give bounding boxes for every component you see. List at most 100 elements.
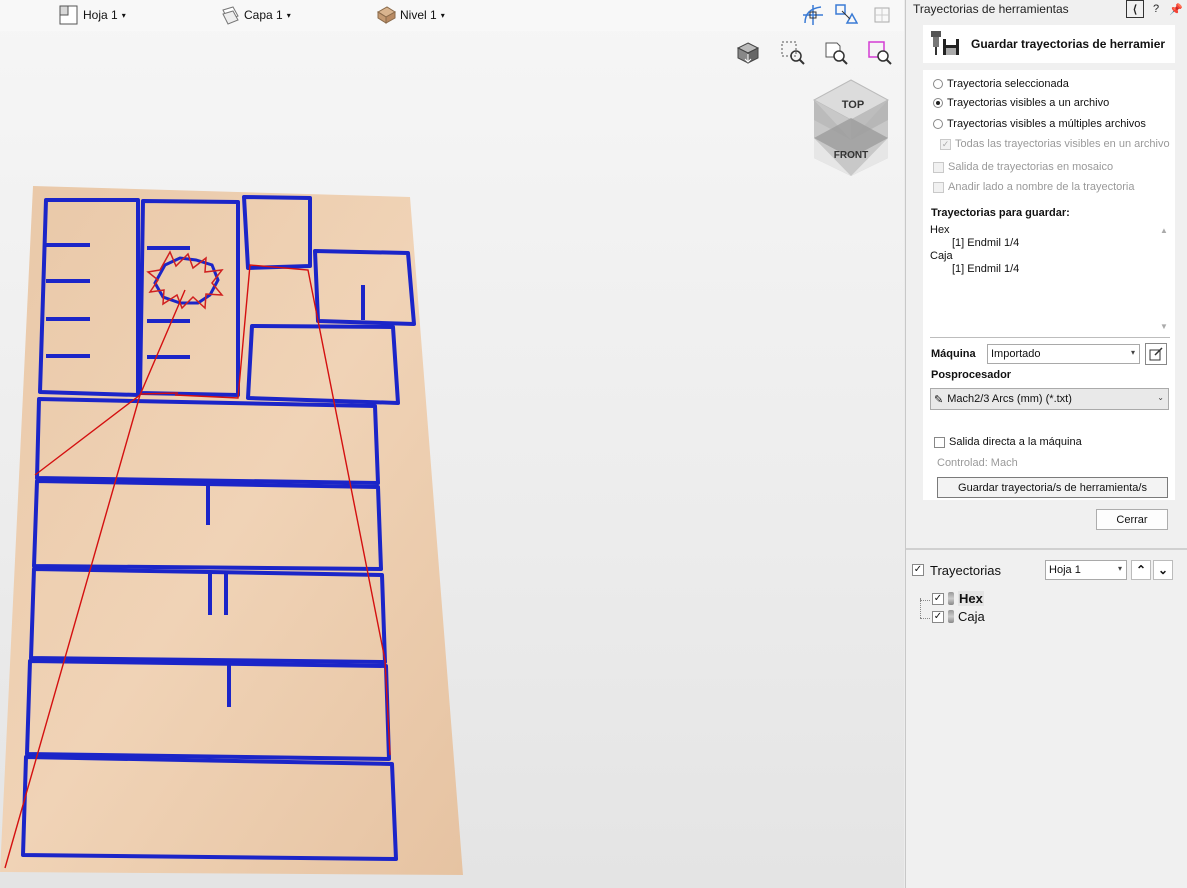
save-toolpaths-title: Guardar trayectorias de herramier xyxy=(971,37,1166,51)
tree-connector xyxy=(920,598,921,618)
machine-select-value: Importado xyxy=(991,348,1041,360)
save-toolpaths-header: Guardar trayectorias de herramier xyxy=(923,25,1175,63)
tree-item-caja[interactable]: ✓ Caja xyxy=(932,609,985,624)
checkbox: ✓ xyxy=(940,138,951,150)
direct-output-checkbox[interactable]: Salida directa a la máquina xyxy=(934,436,1082,448)
chevron-down-icon: ▾ xyxy=(1118,564,1123,573)
checkbox-label: Salida de trayectorias en mosaico xyxy=(948,161,1114,173)
help-button[interactable]: ? xyxy=(1148,1,1164,17)
snap-origin-icon[interactable] xyxy=(801,3,825,27)
3d-view-icon[interactable] xyxy=(735,40,761,66)
divider xyxy=(930,337,1170,338)
toolpaths-panel: Trayectorias de herramientas ⟨ ? 📌 Guard… xyxy=(905,0,1187,888)
level-dropdown-label: Nivel 1 xyxy=(400,8,437,22)
checkbox xyxy=(933,161,944,173)
layer-dropdown[interactable]: Capa 1 ▾ xyxy=(219,4,291,26)
pin-icon[interactable]: 📌 xyxy=(1168,1,1184,17)
toolpath-tree-header: ✓ Trayectorias Hoja 1 ▾ ⌃ ⌄ xyxy=(912,556,1184,584)
save-options-box: Trayectoria seleccionada Trayectorias vi… xyxy=(923,70,1175,500)
view-cube[interactable]: TOP FRONT xyxy=(810,78,892,178)
postprocessor-label: Posprocesador xyxy=(931,369,1012,381)
postprocessor-select[interactable]: ✎ Mach2/3 Arcs (mm) (*.txt) ⌄ xyxy=(930,388,1169,410)
show-all-toolpaths-checkbox[interactable]: ✓ xyxy=(912,564,924,576)
edit-icon xyxy=(1149,347,1163,361)
view-cube-front-label[interactable]: FRONT xyxy=(834,150,868,161)
save-toolpath-icon xyxy=(931,31,959,55)
scroll-up-icon[interactable]: ▲ xyxy=(1158,224,1170,236)
chevron-down-icon: ▾ xyxy=(121,10,126,20)
toolpath-visible-checkbox[interactable]: ✓ xyxy=(932,610,944,623)
tree-connector xyxy=(920,618,930,619)
scroll-down-icon[interactable]: ▼ xyxy=(1158,320,1170,332)
grid-snap-icon[interactable] xyxy=(870,3,894,27)
append-side-checkbox: Anadir lado a nombre de la trayectoria xyxy=(933,181,1135,193)
radio-visible-one-file[interactable]: Trayectorias visibles a un archivo xyxy=(933,97,1109,109)
panel-divider xyxy=(906,548,1187,550)
view-cube-top-label[interactable]: TOP xyxy=(842,99,864,111)
chevron-down-icon: ▾ xyxy=(440,10,445,20)
sheet-icon xyxy=(59,5,78,25)
layer-icon xyxy=(222,6,239,25)
tree-connector xyxy=(920,600,930,601)
material-sheet[interactable] xyxy=(0,180,470,880)
edit-machine-button[interactable] xyxy=(1145,343,1167,365)
collapse-panel-icon[interactable]: ⟨ xyxy=(1126,0,1144,18)
endmill-icon xyxy=(948,610,954,623)
toolpath-visible-checkbox[interactable]: ✓ xyxy=(932,592,944,605)
top-toolbar: Hoja 1 ▾ Capa 1 ▾ Nivel 1 ▾ xyxy=(0,0,904,31)
machine-select[interactable]: Importado ▾ xyxy=(987,344,1140,364)
radio-label: Trayectorias visibles a un archivo xyxy=(947,97,1110,109)
list-scrollbar[interactable]: ▲ ▼ xyxy=(1158,224,1170,332)
list-item-name: Caja xyxy=(930,250,953,262)
endmill-icon xyxy=(948,592,954,605)
snap-shapes-icon[interactable] xyxy=(834,3,858,27)
machine-label: Máquina xyxy=(931,348,976,360)
close-button[interactable]: Cerrar xyxy=(1096,509,1168,530)
scrollbar-track[interactable] xyxy=(1158,236,1170,320)
chevron-down-icon: ▾ xyxy=(286,10,291,20)
tree-item-label: Hex xyxy=(958,591,984,606)
sheet-dropdown-label: Hoja 1 xyxy=(83,8,118,22)
chevron-down-icon: ⌄ xyxy=(1157,393,1164,402)
toolpaths-to-save-label: Trayectorias para guardar: xyxy=(931,207,1070,219)
postprocessor-select-value: Mach2/3 Arcs (mm) (*.txt) xyxy=(947,393,1072,405)
chevron-down-icon: ▾ xyxy=(1130,348,1135,357)
level-icon xyxy=(377,6,396,24)
checkbox-label: Todas las trayectorias visibles en un ar… xyxy=(955,138,1170,150)
radio-button[interactable] xyxy=(933,119,943,129)
tree-item-label: Caja xyxy=(958,609,985,624)
level-dropdown[interactable]: Nivel 1 ▾ xyxy=(375,4,445,26)
list-item-name: Hex xyxy=(930,224,950,236)
radio-button[interactable] xyxy=(933,79,943,89)
checkbox-label: Anadir lado a nombre de la trayectoria xyxy=(948,181,1135,193)
zoom-selection-icon[interactable] xyxy=(780,40,806,66)
panel-title: Trayectorias de herramientas xyxy=(913,2,1069,16)
checkbox[interactable] xyxy=(934,436,945,448)
3d-viewport[interactable]: Hoja 1 ▾ Capa 1 ▾ Nivel 1 ▾ TOP FRONT xyxy=(0,0,904,888)
list-item-tool: [1] Endmil 1/4 xyxy=(952,237,1020,249)
zoom-all-icon[interactable] xyxy=(823,40,849,66)
sheet-dropdown[interactable]: Hoja 1 ▾ xyxy=(58,4,126,26)
zoom-material-icon[interactable] xyxy=(867,40,893,66)
save-toolpaths-button[interactable]: Guardar trayectoria/s de herramienta/s xyxy=(937,477,1168,498)
toolpath-tree-title: Trayectorias xyxy=(930,562,1002,578)
all-visible-one-file-checkbox: ✓ Todas las trayectorias visibles en un … xyxy=(940,138,1170,150)
layer-dropdown-label: Capa 1 xyxy=(244,8,283,22)
radio-label: Trayectorias visibles a múltiples archiv… xyxy=(947,118,1146,130)
tree-item-hex[interactable]: ✓ Hex xyxy=(932,591,984,606)
controlled-by-label: Controlad: Mach xyxy=(937,457,1018,469)
radio-visible-multiple-files[interactable]: Trayectorias visibles a múltiples archiv… xyxy=(933,118,1146,130)
toolpaths-to-save-list[interactable]: Hex [1] Endmil 1/4 Caja [1] Endmil 1/4 ▲… xyxy=(930,224,1170,332)
controlled-by-text: Controlad: Mach xyxy=(937,457,1018,469)
tree-sheet-select[interactable]: Hoja 1 ▾ xyxy=(1045,560,1128,580)
move-down-button[interactable]: ⌄ xyxy=(1153,560,1174,580)
close-button-label: Cerrar xyxy=(1116,513,1148,526)
radio-selected-toolpath[interactable]: Trayectoria seleccionada xyxy=(933,78,1069,90)
radio-button[interactable] xyxy=(933,98,943,108)
tile-output-checkbox: Salida de trayectorias en mosaico xyxy=(933,161,1113,173)
list-item-tool: [1] Endmil 1/4 xyxy=(952,263,1020,275)
move-up-button[interactable]: ⌃ xyxy=(1131,560,1152,580)
pencil-icon: ✎ xyxy=(934,393,944,406)
checkbox-label: Salida directa a la máquina xyxy=(949,436,1082,448)
radio-label: Trayectoria seleccionada xyxy=(947,78,1069,90)
